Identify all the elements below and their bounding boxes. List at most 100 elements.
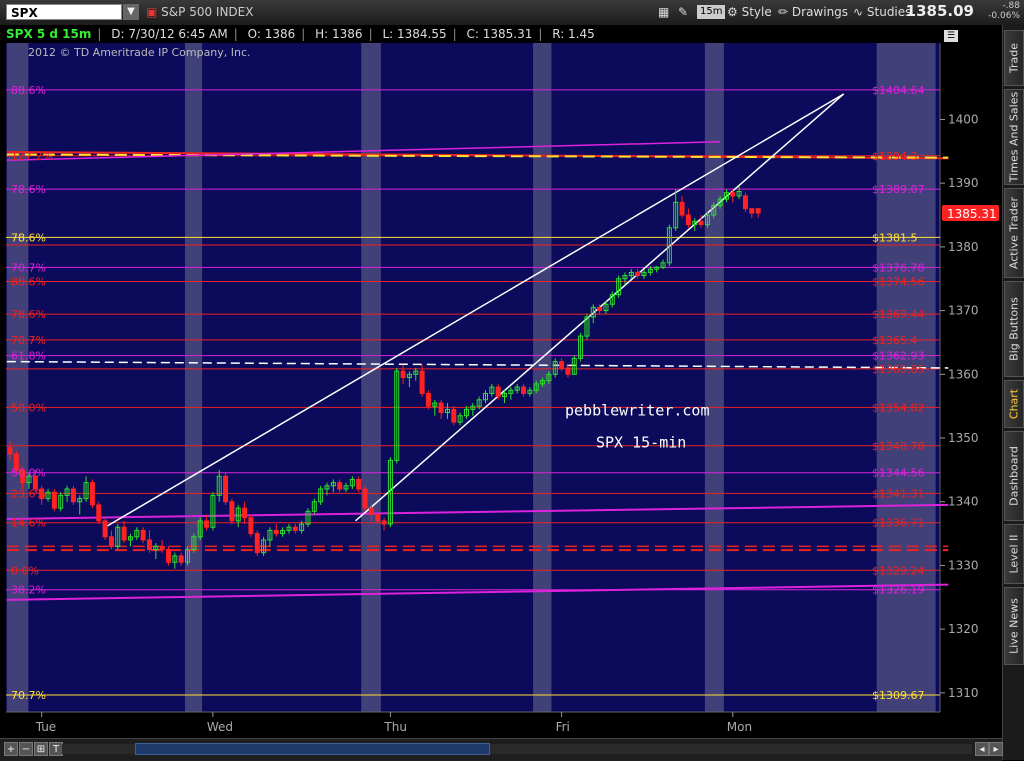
fib-price-label: $1344.56 <box>872 467 925 480</box>
candle-body <box>755 208 761 214</box>
x-tick-label: Fri <box>556 720 570 734</box>
candle-body <box>159 545 165 551</box>
candle-body <box>7 447 13 455</box>
candle <box>166 546 171 566</box>
tab-active-trader[interactable]: Active Trader <box>1004 188 1024 278</box>
candle-body <box>51 491 57 509</box>
candle-body <box>178 555 184 563</box>
fib-pct-label: 88.6% <box>11 84 46 97</box>
candle-body <box>495 386 501 398</box>
text-tool-button[interactable]: T <box>49 742 63 756</box>
candle <box>223 473 229 505</box>
fib-price-label: $1326.19 <box>872 584 925 597</box>
candle-body <box>375 513 381 522</box>
fib-price-label: $1389.07 <box>872 183 925 196</box>
candle-body <box>89 482 95 506</box>
candle-body <box>679 201 685 216</box>
candle-body <box>102 520 108 538</box>
candle-body <box>223 475 229 503</box>
zoom-out-button[interactable]: − <box>19 742 33 756</box>
candle-body <box>425 392 431 407</box>
candle-body <box>229 501 235 522</box>
copyright-text: 2012 © TD Ameritrade IP Company, Inc. <box>28 46 251 59</box>
pebblewriter-watermark: pebblewriter.com <box>565 402 710 420</box>
candle-body <box>121 526 127 541</box>
candle-body <box>248 517 254 535</box>
candle-body <box>635 271 641 277</box>
time-scroll-thumb[interactable] <box>135 743 490 755</box>
tab-dashboard[interactable]: Dashboard <box>1004 431 1024 521</box>
x-tick-label: Tue <box>35 720 57 734</box>
tab-level-ii[interactable]: Level II <box>1004 524 1024 584</box>
y-tick-label: 1400 <box>948 112 979 126</box>
fib-price-label: $1354.82 <box>872 401 925 414</box>
candle-body <box>242 507 248 519</box>
y-tick-label: 1310 <box>948 686 979 700</box>
candle <box>70 485 76 505</box>
plot-area <box>6 43 940 712</box>
candle-body <box>742 195 748 210</box>
y-tick-label: 1370 <box>948 304 979 318</box>
fib-pct-label: 70.7% <box>11 334 46 347</box>
fib-pct-label: 50.0% <box>11 401 46 414</box>
fit-button[interactable]: ⊞ <box>34 742 48 756</box>
tab-label: Live News <box>1007 598 1021 654</box>
tab-live-news[interactable]: Live News <box>1004 587 1024 665</box>
fib-price-label: $1404.64 <box>872 84 925 97</box>
scroll-right-button[interactable]: ▸ <box>989 742 1003 756</box>
fib-price-label: $1365.4 <box>872 334 918 347</box>
session-band <box>704 43 724 712</box>
scroll-left-button[interactable]: ◂ <box>975 742 989 756</box>
session-band <box>876 43 936 712</box>
candle-body <box>204 520 210 528</box>
time-axis <box>6 712 940 738</box>
chart-spec[interactable]: SPX 5 d 15m <box>6 27 91 41</box>
bottom-toolbar: + − ⊞ T ◂ ▸ <box>0 738 1003 761</box>
fib-price-label: $1309.67 <box>872 689 925 702</box>
zoom-in-button[interactable]: + <box>4 742 18 756</box>
candle <box>248 514 254 537</box>
candle <box>742 192 748 212</box>
candle-body <box>597 306 603 312</box>
candle-body <box>438 402 444 414</box>
bar-low: L: 1384.55 <box>382 27 447 41</box>
candle-body <box>108 536 114 547</box>
session-band <box>361 43 381 712</box>
fib-price-label: $1394.3 <box>872 150 918 163</box>
chart-settings-icon[interactable]: ☰ <box>944 30 958 42</box>
tab-chart[interactable]: Chart <box>1004 380 1024 428</box>
bar-close: C: 1385.31 <box>466 27 533 41</box>
candle-body <box>273 529 279 535</box>
tab-label: Active Trader <box>1007 196 1021 270</box>
tab-label: Level II <box>1007 534 1021 574</box>
candle-body <box>337 482 343 490</box>
candle-body <box>400 370 406 378</box>
candle-body <box>356 478 362 490</box>
candle-body <box>140 529 146 541</box>
y-tick-label: 1340 <box>948 495 979 509</box>
price-chart[interactable]: 1310 1320 1330 1340 1350 1360 1370 1380 1390 1400… <box>0 0 1002 738</box>
tab-trade[interactable]: Trade <box>1004 30 1024 86</box>
fib-pct-label: 78.6% <box>11 183 46 196</box>
tab-label: Trade <box>1007 42 1021 74</box>
ohlc-info-bar: SPX 5 d 15m | D: 7/30/12 6:45 AM | O: 1386… <box>6 27 595 41</box>
fib-price-label: $1369.44 <box>872 308 925 321</box>
y-tick-label: 1330 <box>948 558 979 572</box>
fib-pct-label: 70.7% <box>11 261 46 274</box>
fib-price-label: $1348.78 <box>872 440 925 453</box>
fib-pct-label: 14.6% <box>11 517 46 530</box>
candle-body <box>381 520 387 525</box>
bar-open: O: 1386 <box>247 27 296 41</box>
candle-body <box>730 192 736 197</box>
tab-times-and-sales[interactable]: Times And Sales <box>1004 89 1024 185</box>
fib-pct-label: 78.6% <box>11 308 46 321</box>
y-tick-label: 1320 <box>948 622 979 636</box>
chart-caption: SPX 15-min <box>596 434 686 452</box>
candle <box>362 485 368 512</box>
tab-big-buttons[interactable]: Big Buttons <box>1004 281 1024 377</box>
tab-label: Dashboard <box>1007 446 1021 506</box>
candle-body <box>70 488 76 503</box>
candle-body <box>559 361 565 369</box>
tab-label: Big Buttons <box>1007 297 1021 361</box>
candle-body <box>292 526 298 531</box>
